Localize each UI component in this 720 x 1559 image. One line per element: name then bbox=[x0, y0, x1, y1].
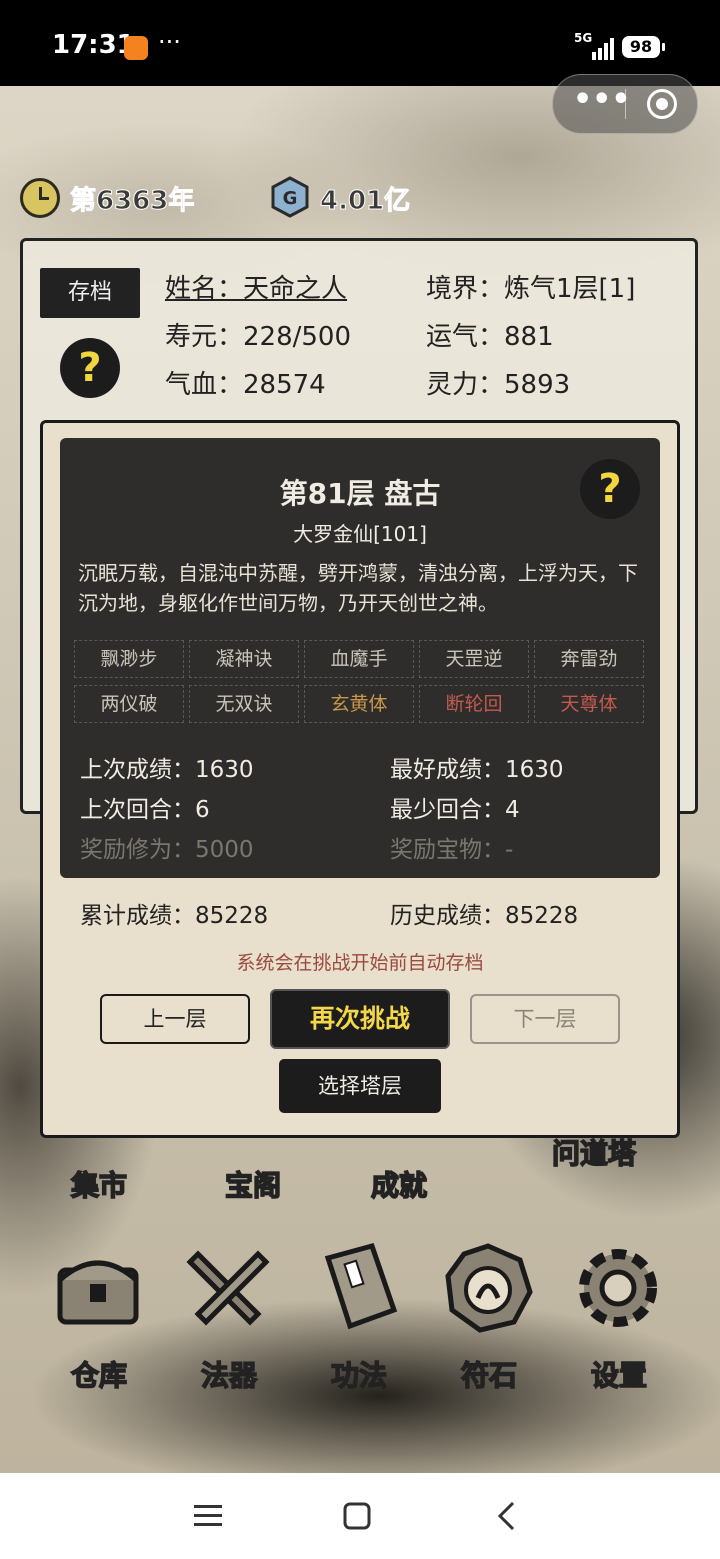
tower-help-icon[interactable]: ? bbox=[580, 459, 640, 519]
menu-market[interactable]: 集市 bbox=[44, 1164, 154, 1204]
save-button[interactable]: 存档 bbox=[40, 268, 140, 318]
boss-description: 沉眠万载，自混沌中苏醒，劈开鸿蒙，清浊分离，上浮为天，下沉为地，身躯化作世间万物… bbox=[78, 561, 638, 615]
clock-icon bbox=[20, 178, 60, 218]
best-score: 最好成绩：1630 bbox=[390, 757, 564, 783]
boss-realm: 大罗金仙[101] bbox=[293, 522, 427, 546]
skill-tag: 奔雷劲 bbox=[534, 640, 644, 678]
spirit-stone-icon: G bbox=[271, 176, 309, 218]
swords-icon[interactable] bbox=[180, 1240, 276, 1336]
select-floor-button[interactable]: 选择塔层 bbox=[279, 1059, 441, 1113]
skill-tag-legendary: 天尊体 bbox=[534, 685, 644, 723]
menu-settings[interactable]: 设置 bbox=[564, 1354, 674, 1394]
menu-dao-tower[interactable]: 问道塔 bbox=[524, 1132, 664, 1172]
svg-text:G: G bbox=[283, 188, 298, 209]
character-lifespan: 寿元：228/500 bbox=[165, 322, 352, 352]
network-label: 5G bbox=[574, 31, 593, 45]
battery-icon: 98 bbox=[622, 36, 665, 58]
close-target-icon[interactable] bbox=[647, 89, 677, 119]
character-name[interactable]: 姓名：天命之人 bbox=[165, 268, 347, 305]
skill-tag-legendary: 断轮回 bbox=[419, 685, 529, 723]
history-score: 历史成绩：85228 bbox=[390, 903, 579, 929]
character-hp: 气血：28574 bbox=[165, 370, 326, 400]
next-floor-button[interactable]: 下一层 bbox=[470, 994, 620, 1044]
menu-techniques[interactable]: 功法 bbox=[304, 1354, 414, 1394]
currency-amount: 4.01亿 bbox=[319, 186, 411, 217]
game-year: 第6363年 bbox=[69, 186, 195, 217]
status-time: 17:31 bbox=[52, 30, 135, 60]
skill-tag-rare: 玄黄体 bbox=[304, 685, 414, 723]
gear-icon[interactable] bbox=[570, 1240, 666, 1336]
status-more: ··· bbox=[158, 28, 181, 56]
floor-title: 第81层 盘古 bbox=[279, 477, 441, 510]
rune-icon[interactable] bbox=[440, 1240, 536, 1336]
menu-achievements[interactable]: 成就 bbox=[344, 1164, 454, 1204]
home-icon[interactable] bbox=[343, 1502, 371, 1530]
chest-icon[interactable] bbox=[50, 1240, 146, 1336]
capsule-divider bbox=[625, 89, 626, 119]
min-rounds: 最少回合：4 bbox=[390, 797, 520, 823]
skill-tag: 飘渺步 bbox=[74, 640, 184, 678]
cumulative-score: 累计成绩：85228 bbox=[80, 903, 269, 929]
character-spirit: 灵力：5893 bbox=[426, 370, 571, 400]
miniprogram-capsule: ••• bbox=[552, 74, 698, 134]
last-score: 上次成绩：1630 bbox=[80, 757, 254, 783]
skill-tag: 天罡逆 bbox=[419, 640, 529, 678]
menu-runes[interactable]: 符石 bbox=[434, 1354, 544, 1394]
system-nav-bar bbox=[0, 1473, 720, 1559]
book-icon[interactable] bbox=[310, 1240, 406, 1336]
menu-artifacts[interactable]: 法器 bbox=[174, 1354, 284, 1394]
character-luck: 运气：881 bbox=[426, 322, 554, 352]
app-notification-icon bbox=[124, 36, 148, 60]
character-realm: 境界：炼气1层[1] bbox=[426, 274, 636, 304]
auto-save-notice: 系统会在挑战开始前自动存档 bbox=[236, 952, 484, 974]
back-icon[interactable] bbox=[496, 1501, 516, 1531]
skill-tag: 无双诀 bbox=[189, 685, 299, 723]
prev-floor-button[interactable]: 上一层 bbox=[100, 994, 250, 1044]
help-icon[interactable]: ? bbox=[60, 338, 120, 398]
menu-warehouse[interactable]: 仓库 bbox=[44, 1354, 154, 1394]
challenge-again-button[interactable]: 再次挑战 bbox=[270, 989, 450, 1049]
reward-cultivation: 奖励修为：5000 bbox=[80, 837, 254, 863]
signal-icon bbox=[592, 38, 614, 60]
last-rounds: 上次回合：6 bbox=[80, 797, 210, 823]
reward-treasure: 奖励宝物：- bbox=[390, 837, 514, 863]
skill-tag: 两仪破 bbox=[74, 685, 184, 723]
menu-treasure-pavilion[interactable]: 宝阁 bbox=[198, 1164, 308, 1204]
more-icon[interactable]: ••• bbox=[573, 85, 631, 121]
skill-tag: 血魔手 bbox=[304, 640, 414, 678]
skill-tag: 凝神诀 bbox=[189, 640, 299, 678]
menu-icon[interactable] bbox=[194, 1503, 222, 1529]
